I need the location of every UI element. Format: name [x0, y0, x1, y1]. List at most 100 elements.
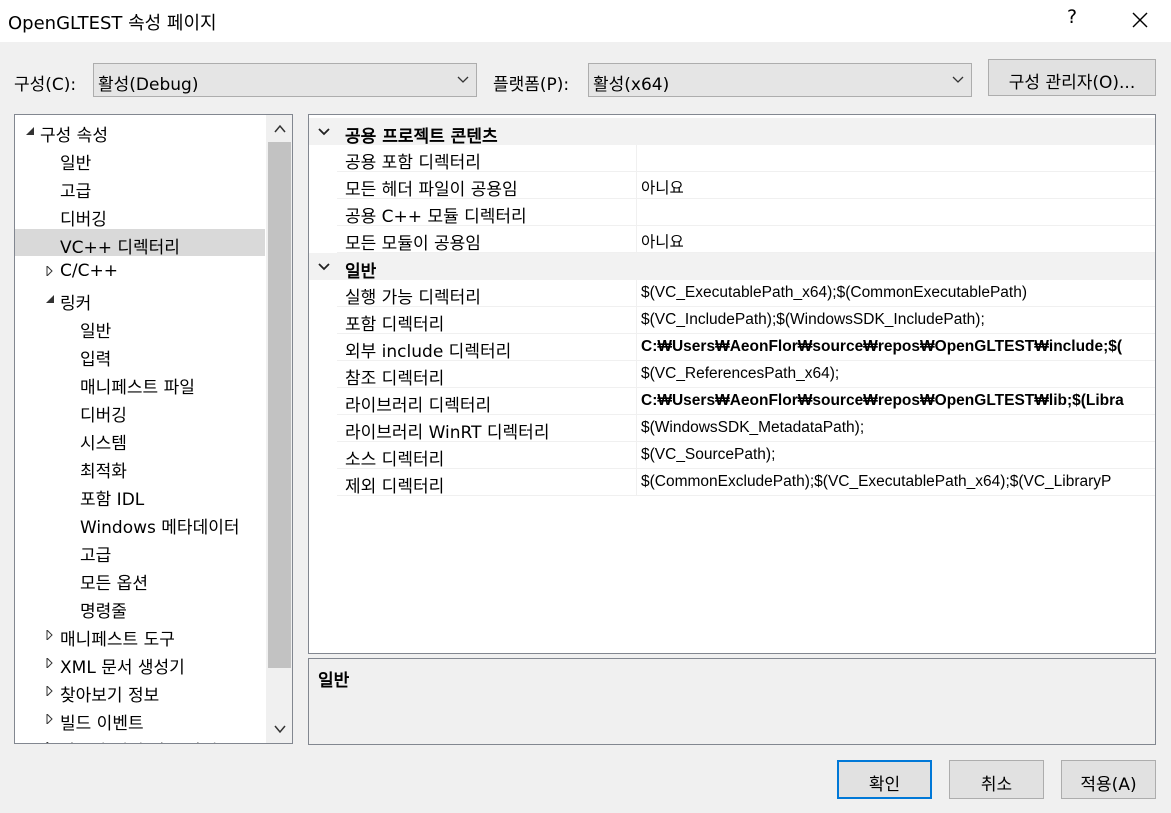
property-row[interactable]: 외부 include 디렉터리 C:₩Users₩AeonFlor₩source₩… [337, 334, 1155, 362]
tree-item[interactable]: 일반 [15, 313, 265, 342]
tree-item[interactable]: 포함 IDL [15, 481, 265, 510]
tree-item[interactable]: 명령줄 [15, 593, 265, 622]
tree-item[interactable]: 링커 [15, 285, 265, 314]
tree-item[interactable]: 최적화 [15, 453, 265, 482]
property-value-cell[interactable]: 아니요 [636, 226, 1155, 253]
property-row[interactable]: 제외 디렉터리 $(CommonExcludePath);$(VC_Executa… [337, 469, 1155, 497]
property-value-cell[interactable]: 아니요 [636, 172, 1155, 199]
tree-collapsed-icon[interactable] [45, 658, 55, 668]
ok-button[interactable]: 확인 [837, 760, 932, 799]
property-row[interactable]: 모든 헤더 파일이 공용임 아니요 [337, 172, 1155, 200]
property-tree[interactable]: 구성 속성 일반 고급 디버깅 VC++ 디렉터리 C/C++ 링커 일반 입력 매니페스트 파일… [14, 114, 293, 744]
tree-item-label: 일반 [60, 154, 92, 174]
property-value-cell[interactable] [636, 145, 1155, 172]
chevron-down-icon[interactable] [317, 125, 331, 139]
tree-item-label: Windows 메타데이터 [80, 518, 240, 538]
tree-item[interactable]: 시스템 [15, 425, 265, 454]
property-value-cell[interactable] [636, 199, 1155, 226]
property-row[interactable]: 소스 디렉터리 $(VC_SourcePath); [337, 442, 1155, 470]
tree-item[interactable]: C/C++ [15, 257, 265, 284]
tree-expanded-icon[interactable] [45, 294, 55, 304]
property-value-cell[interactable]: $(VC_SourcePath); [636, 442, 1155, 469]
tree-item[interactable]: 구성 속성 [15, 117, 265, 146]
close-button[interactable] [1126, 6, 1154, 34]
config-manager-button[interactable]: 구성 관리자(O)... [988, 59, 1156, 96]
help-button[interactable]: ? [1060, 6, 1084, 34]
platform-combo[interactable]: 활성(x64) [588, 63, 972, 97]
tree-item-label: 일반 [80, 322, 112, 342]
tree-item[interactable]: 일반 [15, 145, 265, 174]
tree-item-label: VC++ 디렉터리 [60, 238, 180, 258]
tree-item[interactable]: 입력 [15, 341, 265, 370]
tree-item[interactable]: 고급 [15, 537, 265, 566]
tree-item-label: 링커 [60, 294, 92, 314]
property-value-cell[interactable]: $(WindowsSDK_MetadataPath); [636, 415, 1155, 442]
tree-item[interactable]: XML 문서 생성기 [15, 649, 265, 678]
tree-collapsed-icon[interactable] [45, 742, 55, 744]
property-name: 제외 디렉터리 [345, 477, 445, 497]
property-value: $(WindowsSDK_MetadataPath); [641, 419, 865, 436]
tree-item-label: 빌드 이벤트 [60, 714, 144, 734]
property-row[interactable]: 참조 디렉터리 $(VC_ReferencesPath_x64); [337, 361, 1155, 389]
property-grid[interactable]: 공용 프로젝트 콘텐츠 공용 포함 디렉터리 모든 헤더 파일이 공용임 아니요공용 … [308, 114, 1156, 654]
apply-button[interactable]: 적용(A) [1061, 760, 1156, 799]
property-value-cell[interactable]: C:₩Users₩AeonFlor₩source₩repos₩OpenGLTES… [636, 334, 1155, 361]
scroll-down-icon[interactable] [272, 721, 288, 737]
category-label: 공용 프로젝트 콘텐츠 [345, 127, 498, 147]
property-row[interactable]: 포함 디렉터리 $(VC_IncludePath);$(WindowsSDK_In… [337, 307, 1155, 335]
tree-collapsed-icon[interactable] [45, 630, 55, 640]
tree-item[interactable]: 모든 옵션 [15, 565, 265, 594]
tree-item-label: 고급 [80, 546, 112, 566]
tree-item-label: 찾아보기 정보 [60, 686, 160, 706]
tree-item[interactable]: VC++ 디렉터리 [15, 229, 265, 258]
tree-item-label: 모든 옵션 [80, 574, 148, 594]
property-row[interactable]: 공용 포함 디렉터리 [337, 145, 1155, 173]
chevron-down-icon[interactable] [317, 260, 331, 274]
tree-item[interactable]: 디버깅 [15, 397, 265, 426]
scrollbar-thumb[interactable] [268, 142, 291, 668]
tree-item[interactable]: 빌드 이벤트 [15, 705, 265, 734]
category-header[interactable]: 일반 [309, 253, 1155, 282]
category-label: 일반 [345, 262, 377, 282]
tree-collapsed-icon[interactable] [45, 266, 55, 276]
tree-expanded-icon[interactable] [25, 126, 35, 136]
property-value-cell[interactable]: $(CommonExcludePath);$(VC_ExecutablePath… [636, 469, 1155, 496]
description-title: 일반 [318, 671, 350, 691]
property-row[interactable]: 실행 가능 디렉터리 $(VC_ExecutablePath_x64);$(Com… [337, 280, 1155, 308]
scroll-up-icon[interactable] [272, 121, 288, 137]
tree-item[interactable]: 고급 [15, 173, 265, 202]
cancel-button[interactable]: 취소 [949, 760, 1044, 799]
tree-item[interactable]: 사용자 지정 빌드 단계 [15, 733, 265, 744]
category-header[interactable]: 공용 프로젝트 콘텐츠 [309, 118, 1155, 147]
window-title: OpenGLTEST 속성 페이지 [8, 13, 217, 34]
tree-item[interactable]: 디버깅 [15, 201, 265, 230]
property-value-cell[interactable]: $(VC_IncludePath);$(WindowsSDK_IncludePa… [636, 307, 1155, 334]
property-value: C:₩Users₩AeonFlor₩source₩repos₩OpenGLTES… [641, 338, 1123, 355]
property-value: $(VC_SourcePath); [641, 446, 776, 463]
property-row[interactable]: 라이브러리 디렉터리 C:₩Users₩AeonFlor₩source₩repos… [337, 388, 1155, 416]
tree-item-label: 포함 IDL [80, 490, 145, 510]
tree-item[interactable]: 찾아보기 정보 [15, 677, 265, 706]
config-combo[interactable]: 활성(Debug) [93, 63, 477, 97]
tree-collapsed-icon[interactable] [45, 714, 55, 724]
tree-item[interactable]: Windows 메타데이터 [15, 509, 265, 538]
property-row[interactable]: 모든 모듈이 공용임 아니요 [337, 226, 1155, 254]
platform-label: 플랫폼(P): [493, 75, 570, 95]
tree-scrollbar[interactable] [266, 115, 292, 743]
tree-item-label: 매니페스트 도구 [60, 630, 175, 650]
property-name: 공용 C++ 모듈 디렉터리 [345, 207, 527, 227]
tree-item-label: 고급 [60, 182, 92, 202]
property-value-cell[interactable]: $(VC_ExecutablePath_x64);$(CommonExecuta… [636, 280, 1155, 307]
tree-item-label: 입력 [80, 350, 112, 370]
property-value-cell[interactable]: C:₩Users₩AeonFlor₩source₩repos₩OpenGLTES… [636, 388, 1155, 415]
chevron-down-icon [952, 76, 964, 83]
property-name: 라이브러리 WinRT 디렉터리 [345, 423, 550, 443]
property-row[interactable]: 라이브러리 WinRT 디렉터리 $(WindowsSDK_MetadataPat… [337, 415, 1155, 443]
tree-item[interactable]: 매니페스트 파일 [15, 369, 265, 398]
tree-item[interactable]: 매니페스트 도구 [15, 621, 265, 650]
tree-item-label: 사용자 지정 빌드 단계 [60, 737, 217, 743]
property-value-cell[interactable]: $(VC_ReferencesPath_x64); [636, 361, 1155, 388]
tree-collapsed-icon[interactable] [45, 686, 55, 696]
property-value: $(CommonExcludePath);$(VC_ExecutablePath… [641, 473, 1112, 490]
property-row[interactable]: 공용 C++ 모듈 디렉터리 [337, 199, 1155, 227]
